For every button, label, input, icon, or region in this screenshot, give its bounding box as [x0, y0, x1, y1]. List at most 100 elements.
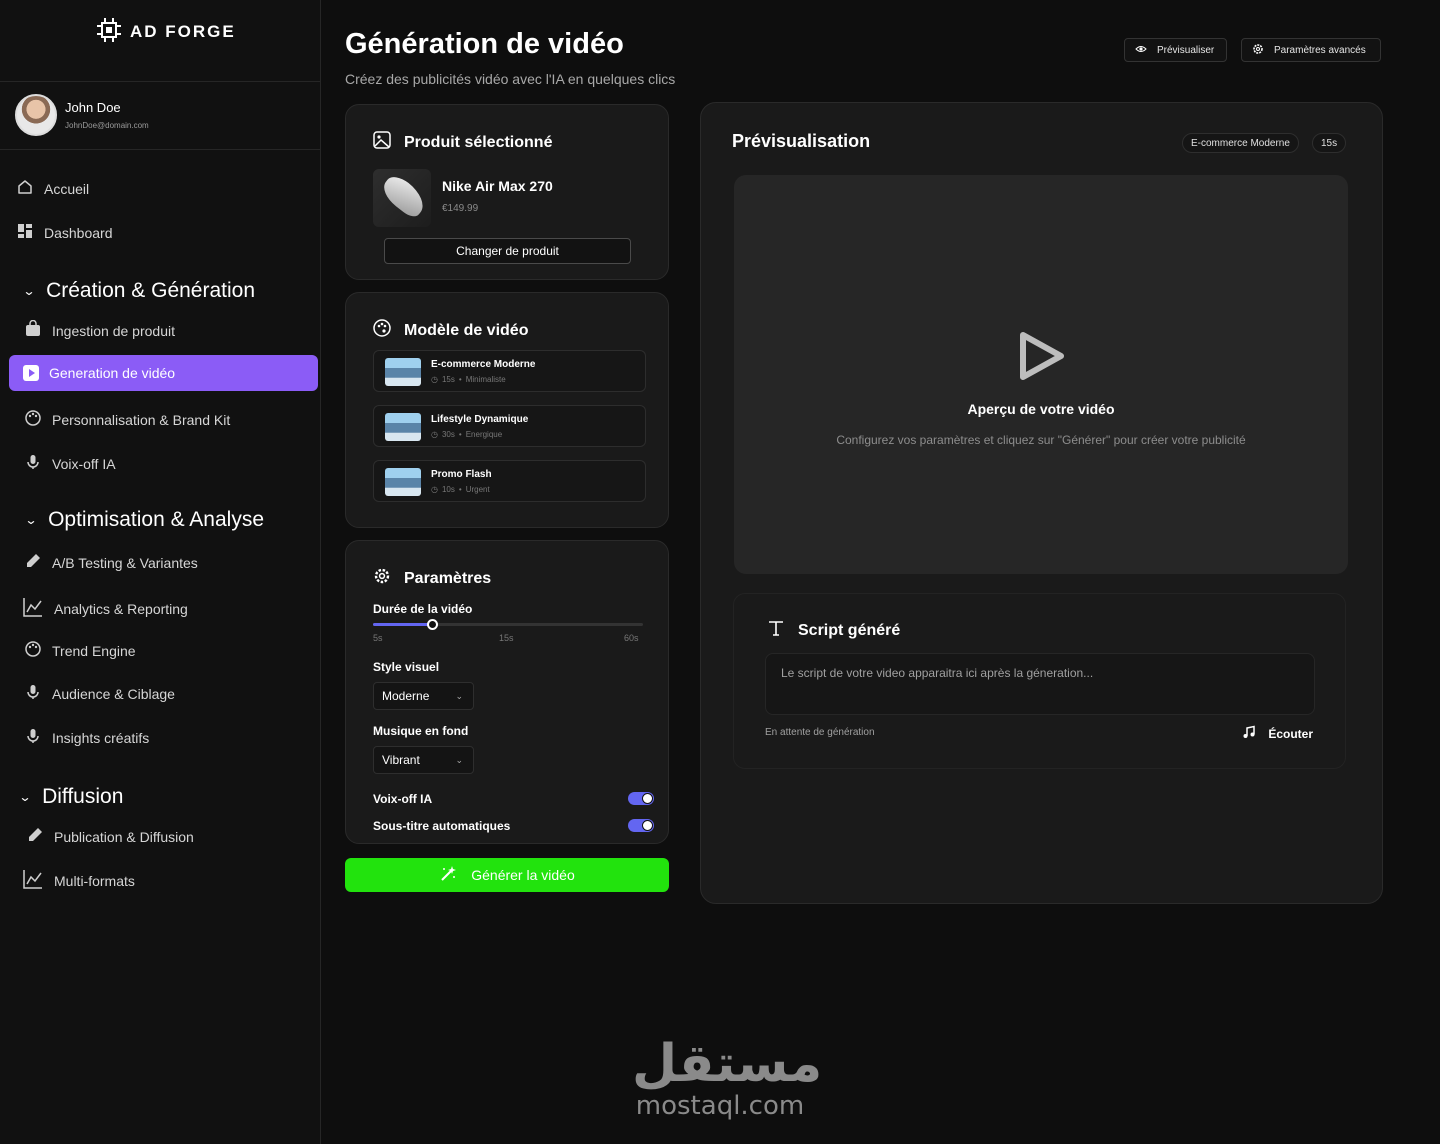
template-chip: E-commerce Moderne: [1182, 133, 1299, 153]
watermark-latin: mostaql.com: [635, 1091, 805, 1121]
voiceover-toggle[interactable]: [628, 792, 654, 805]
chart-line-icon: [22, 596, 44, 621]
play-icon[interactable]: [1019, 331, 1065, 386]
chevron-down-icon: ⌄: [22, 284, 36, 298]
sidebar-item-label: Multi-formats: [54, 872, 135, 889]
microphone-icon: [24, 453, 42, 474]
duration-label: Durée de la vidéo: [373, 602, 473, 616]
product-image: [373, 169, 431, 227]
sidebar-item-trend-engine[interactable]: Trend Engine: [24, 640, 136, 661]
listen-button[interactable]: Écouter: [1242, 725, 1313, 742]
user-profile[interactable]: John Doe JohnDoe@domain.com: [15, 94, 149, 136]
subtitles-toggle[interactable]: [628, 819, 654, 832]
generate-label: Générer la vidéo: [471, 867, 575, 883]
bag-icon: [24, 319, 42, 341]
home-icon: [16, 178, 34, 199]
sidebar-item-label: A/B Testing & Variantes: [52, 554, 198, 571]
section-diffusion[interactable]: ⌄ Diffusion: [18, 785, 123, 809]
clock-icon: ◷: [431, 485, 438, 494]
advanced-settings-button[interactable]: Paramètres avancés: [1241, 38, 1381, 62]
image-icon: [372, 130, 392, 155]
gear-icon: [1252, 43, 1264, 58]
generate-video-button[interactable]: Générer la vidéo: [345, 858, 669, 892]
sidebar-item-voix-off[interactable]: Voix-off IA: [24, 453, 116, 474]
params-card-header: Paramètres: [372, 566, 491, 591]
slider-handle[interactable]: [427, 619, 439, 630]
template-style: Urgent: [465, 485, 490, 494]
style-select[interactable]: Moderne ⌄: [373, 682, 474, 710]
pen-icon: [24, 552, 42, 573]
chevron-down-icon: ⌄: [455, 754, 463, 765]
page-subtitle: Créez des publicités vidéo avec l'IA en …: [345, 71, 676, 87]
product-card: Produit sélectionné Nike Air Max 270 €14…: [345, 104, 669, 280]
preview-panel: Prévisualisation E-commerce Moderne 15s …: [700, 102, 1383, 904]
sidebar-item-ab-testing[interactable]: A/B Testing & Variantes: [24, 552, 198, 573]
template-style: Minimaliste: [465, 375, 506, 384]
sidebar-item-brand-kit[interactable]: Personnalisation & Brand Kit: [24, 409, 230, 430]
music-select[interactable]: Vibrant ⌄: [373, 746, 474, 774]
card-title: Script généré: [798, 621, 901, 639]
palette-icon: [24, 409, 42, 430]
pen-icon: [26, 826, 44, 847]
template-thumbnail: [385, 413, 421, 441]
duration-slider[interactable]: [373, 619, 643, 630]
subtitles-label: Sous-titre automatiques: [373, 819, 511, 833]
template-meta: ◷ 30s • Energique: [431, 430, 502, 439]
template-meta: ◷ 10s • Urgent: [431, 485, 490, 494]
sidebar-item-label: Voix-off IA: [52, 455, 116, 472]
product-name: Nike Air Max 270: [442, 178, 553, 194]
template-option[interactable]: Lifestyle Dynamique ◷ 30s • Energique: [373, 405, 646, 447]
watermark: مستقل mostaql.com: [632, 1036, 822, 1121]
template-duration: 30s: [441, 430, 455, 439]
section-title: Création & Génération: [46, 279, 256, 302]
section-creation[interactable]: ⌄ Création & Génération: [22, 279, 256, 303]
dot-separator: •: [458, 375, 462, 384]
video-preview-area[interactable]: Aperçu de votre vidéo Configurez vos par…: [734, 175, 1348, 574]
change-product-button[interactable]: Changer de produit: [384, 238, 631, 264]
sidebar-item-label: Generation de vidéo: [49, 365, 176, 381]
sidebar-item-generation-video[interactable]: Generation de vidéo: [9, 355, 318, 391]
preview-title: Prévisualisation: [732, 131, 871, 151]
chevron-down-icon: ⌄: [18, 790, 32, 804]
palette-icon: [372, 318, 392, 343]
brand-logo[interactable]: AD FORGE: [96, 17, 236, 48]
section-optimisation[interactable]: ⌄ Optimisation & Analyse: [24, 508, 264, 532]
microphone-icon: [24, 683, 42, 704]
product-card-header: Produit sélectionné: [372, 130, 552, 155]
dashboard-grid-icon: [16, 222, 34, 243]
chip-logo-icon: [96, 17, 122, 48]
sidebar-item-audience[interactable]: Audience & Ciblage: [24, 683, 175, 704]
sidebar-item-accueil[interactable]: Accueil: [16, 178, 89, 199]
template-style: Energique: [465, 430, 503, 439]
dot-separator: •: [458, 485, 462, 494]
script-output[interactable]: Le script de votre video apparaitra ici …: [765, 653, 1315, 715]
preview-placeholder-subtitle: Configurez vos paramètres et cliquez sur…: [836, 433, 1246, 447]
user-name: John Doe: [65, 100, 121, 115]
sidebar-item-label: Dashboard: [44, 224, 113, 241]
template-card: Modèle de vidéo E-commerce Moderne ◷ 15s…: [345, 292, 669, 528]
sidebar-item-label: Insights créatifs: [52, 729, 150, 746]
sidebar-item-dashboard[interactable]: Dashboard: [16, 222, 113, 243]
params-card: Paramètres Durée de la vidéo 5s 15s 60s …: [345, 540, 669, 844]
sidebar-item-insights[interactable]: Insights créatifs: [24, 727, 149, 748]
voiceover-label: Voix-off IA: [373, 792, 433, 806]
music-label: Musique en fond: [373, 724, 469, 738]
divider: [0, 81, 320, 82]
gear-icon: [372, 566, 392, 591]
card-title: Modèle de vidéo: [404, 321, 529, 339]
sidebar-item-analytics[interactable]: Analytics & Reporting: [22, 596, 188, 621]
advanced-settings-label: Paramètres avancés: [1274, 44, 1366, 56]
sidebar-item-multi-formats[interactable]: Multi-formats: [22, 868, 135, 893]
preview-button[interactable]: Prévisualiser: [1124, 38, 1227, 62]
template-option[interactable]: Promo Flash ◷ 10s • Urgent: [373, 460, 646, 502]
template-thumbnail: [385, 468, 421, 496]
sidebar-item-label: Trend Engine: [52, 642, 136, 659]
card-title: Paramètres: [404, 569, 492, 587]
sidebar-item-publication[interactable]: Publication & Diffusion: [26, 826, 194, 847]
template-option[interactable]: E-commerce Moderne ◷ 15s • Minimaliste: [373, 350, 646, 392]
slider-fill: [373, 623, 433, 626]
sidebar-item-ingestion[interactable]: Ingestion de produit: [24, 319, 175, 341]
sidebar-item-label: Publication & Diffusion: [54, 828, 194, 845]
template-duration: 15s: [441, 375, 455, 384]
sidebar-item-label: Audience & Ciblage: [52, 685, 175, 702]
